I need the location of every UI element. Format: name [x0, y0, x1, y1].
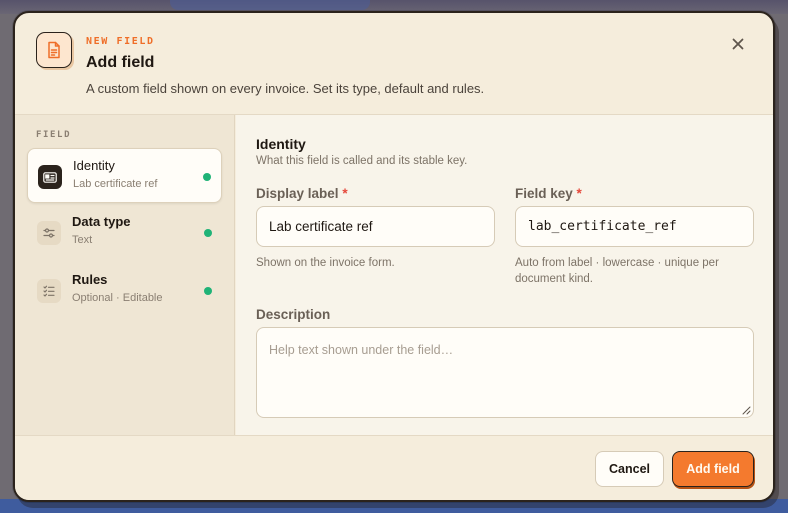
dialog-header: NEW FIELD Add field A custom field shown…: [15, 13, 773, 114]
dialog-eyebrow: NEW FIELD: [86, 36, 155, 47]
step-complete-indicator: [204, 229, 212, 237]
close-button[interactable]: [729, 35, 747, 53]
description-label: Description: [256, 307, 331, 322]
step-label: Data type: [72, 214, 131, 229]
backdrop-page-strip: [170, 0, 370, 10]
field-key-help: Auto from label · lowercase · unique per…: [515, 257, 719, 285]
sidebar-heading: FIELD: [36, 130, 72, 140]
required-marker: *: [576, 186, 582, 201]
id-card-icon: [38, 165, 62, 189]
display-label-input[interactable]: Lab certificate ref: [256, 206, 495, 247]
document-icon: [36, 32, 72, 68]
cancel-button[interactable]: Cancel: [595, 451, 664, 487]
step-identity[interactable]: Identity Lab certificate ref: [27, 148, 222, 203]
identity-form: Identity What this field is called and i…: [236, 115, 773, 435]
dialog-body: FIELD Identity Lab certificate ref Data …: [15, 114, 773, 436]
step-summary: Lab certificate ref: [73, 178, 158, 190]
field-key-label: Field key *: [515, 186, 582, 201]
display-label-label: Display label *: [256, 186, 348, 201]
step-summary: Text: [72, 234, 93, 246]
description-placeholder: Help text shown under the field…: [269, 343, 454, 357]
step-data-type[interactable]: Data type Text: [27, 205, 222, 260]
close-icon: [732, 38, 744, 50]
add-field-button[interactable]: Add field: [672, 451, 754, 487]
step-label: Identity: [73, 158, 115, 173]
step-rules[interactable]: Rules Optional · Editable: [27, 263, 222, 318]
sliders-icon: [37, 221, 61, 245]
dialog-subtitle: A custom field shown on every invoice. S…: [86, 81, 485, 96]
required-marker: *: [342, 186, 348, 201]
field-key-input[interactable]: lab_certificate_ref: [515, 206, 754, 247]
step-complete-indicator: [203, 173, 211, 181]
step-summary: Optional · Editable: [72, 292, 163, 304]
dialog-footer: Cancel Add field: [15, 436, 773, 500]
add-field-dialog: NEW FIELD Add field A custom field shown…: [13, 11, 775, 502]
resize-handle-icon[interactable]: [742, 406, 751, 415]
step-complete-indicator: [204, 287, 212, 295]
dialog-title: Add field: [86, 54, 155, 71]
checklist-icon: [37, 279, 61, 303]
steps-sidebar: FIELD Identity Lab certificate ref Data …: [15, 115, 235, 435]
description-textarea[interactable]: Help text shown under the field…: [256, 327, 754, 418]
section-title: Identity: [256, 136, 306, 152]
display-label-help: Shown on the invoice form.: [256, 257, 395, 269]
section-subtitle: What this field is called and its stable…: [256, 155, 468, 167]
step-label: Rules: [72, 272, 108, 287]
